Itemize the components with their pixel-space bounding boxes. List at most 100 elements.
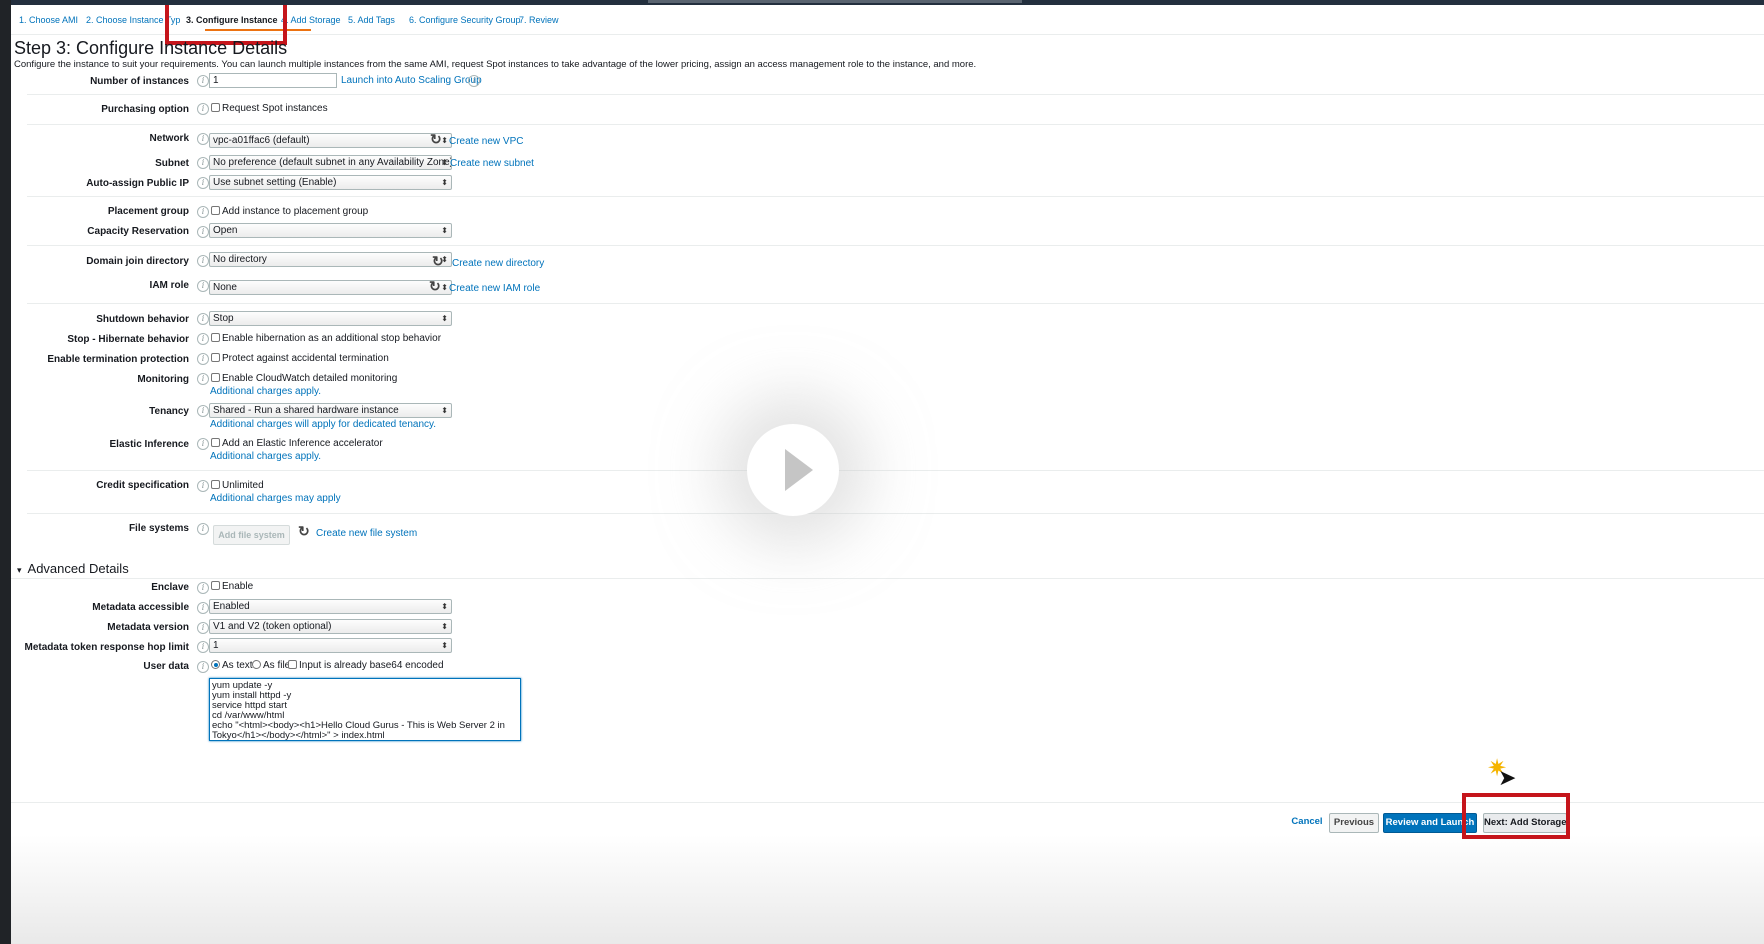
- info-icon[interactable]: i: [197, 661, 209, 673]
- unlimited-checkbox[interactable]: Unlimited: [211, 480, 264, 491]
- radio-dot[interactable]: [211, 660, 220, 669]
- info-icon[interactable]: i: [197, 103, 209, 115]
- info-icon[interactable]: i: [197, 373, 209, 385]
- request-spot-checkbox[interactable]: Request Spot instances: [211, 103, 328, 114]
- network-select-value: vpc-a01ffac6 (default): [213, 135, 310, 146]
- review-and-launch-button[interactable]: Review and Launch: [1383, 813, 1477, 833]
- info-icon[interactable]: i: [197, 75, 209, 87]
- info-icon[interactable]: i: [197, 582, 209, 594]
- checkbox-box[interactable]: [211, 373, 220, 382]
- credit-charges-link[interactable]: Additional charges may apply: [210, 493, 341, 504]
- divider: [27, 513, 1764, 514]
- info-icon[interactable]: i: [197, 438, 209, 450]
- info-icon[interactable]: i: [197, 333, 209, 345]
- label-user-data: User data: [143, 661, 189, 672]
- tenancy-charges-link[interactable]: Additional charges will apply for dedica…: [210, 419, 436, 430]
- as-file-radio[interactable]: As file: [252, 660, 290, 671]
- cancel-button[interactable]: Cancel: [1289, 813, 1325, 833]
- enclave-checkbox[interactable]: Enable: [211, 581, 253, 592]
- video-play-button[interactable]: [747, 424, 839, 516]
- base64-label: Input is already base64 encoded: [299, 660, 444, 671]
- domain-join-select[interactable]: No directory ⬍: [209, 252, 452, 267]
- info-icon[interactable]: i: [197, 133, 209, 145]
- metadata-accessible-select[interactable]: Enabled ⬍: [209, 599, 452, 614]
- as-text-radio[interactable]: As text: [211, 660, 253, 671]
- info-icon[interactable]: i: [197, 206, 209, 218]
- hibernation-checkbox[interactable]: Enable hibernation as an additional stop…: [211, 333, 441, 344]
- info-icon[interactable]: i: [197, 405, 209, 417]
- refresh-icon[interactable]: ↻: [432, 254, 444, 268]
- checkbox-box[interactable]: [288, 660, 297, 669]
- label-hop-limit: Metadata token response hop limit: [24, 642, 189, 653]
- checkbox-box[interactable]: [211, 353, 220, 362]
- create-new-file-system-link[interactable]: Create new file system: [316, 528, 417, 539]
- info-icon[interactable]: i: [197, 622, 209, 634]
- user-data-textarea[interactable]: [209, 678, 521, 741]
- number-of-instances-input[interactable]: [209, 73, 337, 88]
- label-subnet: Subnet: [155, 158, 189, 169]
- create-new-iam-role-link[interactable]: Create new IAM role: [449, 283, 540, 294]
- tab-configure-security-group[interactable]: 6. Configure Security Group: [409, 15, 521, 25]
- tab-review[interactable]: 7. Review: [519, 15, 559, 25]
- metadata-version-value: V1 and V2 (token optional): [213, 621, 332, 632]
- info-icon[interactable]: i: [197, 313, 209, 325]
- refresh-icon[interactable]: ↻: [430, 132, 442, 146]
- checkbox-box[interactable]: [211, 438, 220, 447]
- monitoring-charges-link[interactable]: Additional charges apply.: [210, 386, 321, 397]
- subnet-select-value: No preference (default subnet in any Ava…: [213, 157, 452, 168]
- refresh-icon[interactable]: ↻: [298, 524, 310, 538]
- iam-role-select[interactable]: None ⬍: [209, 280, 452, 295]
- previous-button[interactable]: Previous: [1329, 813, 1379, 833]
- info-icon[interactable]: i: [468, 75, 480, 87]
- tab-add-storage[interactable]: 4. Add Storage: [281, 15, 341, 25]
- label-stop-hibernate: Stop - Hibernate behavior: [67, 334, 189, 345]
- info-icon[interactable]: i: [197, 255, 209, 267]
- info-icon[interactable]: i: [197, 523, 209, 535]
- checkbox-box[interactable]: [211, 333, 220, 342]
- checkbox-box[interactable]: [211, 206, 220, 215]
- capacity-reservation-select[interactable]: Open ⬍: [209, 223, 452, 238]
- cloudwatch-monitoring-checkbox[interactable]: Enable CloudWatch detailed monitoring: [211, 373, 397, 384]
- refresh-icon[interactable]: ↻: [429, 279, 441, 293]
- subnet-select[interactable]: No preference (default subnet in any Ava…: [209, 155, 452, 170]
- hop-limit-select[interactable]: 1 ⬍: [209, 638, 452, 653]
- checkbox-box[interactable]: [211, 581, 220, 590]
- divider: [27, 303, 1764, 304]
- termination-protection-checkbox[interactable]: Protect against accidental termination: [211, 353, 389, 364]
- tenancy-select[interactable]: Shared - Run a shared hardware instance ⬍: [209, 403, 452, 418]
- info-icon[interactable]: i: [197, 602, 209, 614]
- info-icon[interactable]: i: [197, 353, 209, 365]
- mouse-cursor-icon: ➤: [1498, 765, 1517, 790]
- info-icon[interactable]: i: [197, 177, 209, 189]
- advanced-details-toggle[interactable]: ▾ Advanced Details: [17, 561, 129, 576]
- base64-checkbox[interactable]: Input is already base64 encoded: [288, 660, 444, 671]
- launch-auto-scaling-link[interactable]: Launch into Auto Scaling Group: [341, 75, 482, 86]
- tab-configure-instance[interactable]: 3. Configure Instance: [186, 15, 278, 25]
- footer-shade: [11, 835, 1764, 944]
- info-icon[interactable]: i: [197, 280, 209, 292]
- create-new-directory-link[interactable]: Create new directory: [452, 258, 544, 269]
- add-file-system-button[interactable]: Add file system: [213, 525, 290, 545]
- tab-choose-instance-type[interactable]: 2. Choose Instance Typ: [86, 15, 180, 25]
- create-new-subnet-link[interactable]: Create new subnet: [450, 158, 534, 169]
- info-icon[interactable]: i: [197, 157, 209, 169]
- info-icon[interactable]: i: [197, 641, 209, 653]
- info-icon[interactable]: i: [197, 480, 209, 492]
- label-file-systems: File systems: [128, 523, 189, 534]
- info-icon[interactable]: i: [197, 226, 209, 238]
- elastic-inference-charges-link[interactable]: Additional charges apply.: [210, 451, 321, 462]
- tab-choose-ami[interactable]: 1. Choose AMI: [19, 15, 78, 25]
- elastic-inference-checkbox[interactable]: Add an Elastic Inference accelerator: [211, 438, 383, 449]
- auto-assign-ip-select[interactable]: Use subnet setting (Enable) ⬍: [209, 175, 452, 190]
- tab-add-tags[interactable]: 5. Add Tags: [348, 15, 395, 25]
- checkbox-box[interactable]: [211, 103, 220, 112]
- placement-group-checkbox[interactable]: Add instance to placement group: [211, 206, 368, 217]
- radio-dot[interactable]: [252, 660, 261, 669]
- shutdown-behavior-select[interactable]: Stop ⬍: [209, 311, 452, 326]
- next-add-storage-button[interactable]: Next: Add Storage: [1483, 813, 1567, 833]
- network-select[interactable]: vpc-a01ffac6 (default) ⬍: [209, 133, 452, 148]
- page-title: Step 3: Configure Instance Details: [14, 38, 288, 58]
- metadata-version-select[interactable]: V1 and V2 (token optional) ⬍: [209, 619, 452, 634]
- checkbox-box[interactable]: [211, 480, 220, 489]
- create-new-vpc-link[interactable]: Create new VPC: [449, 136, 523, 147]
